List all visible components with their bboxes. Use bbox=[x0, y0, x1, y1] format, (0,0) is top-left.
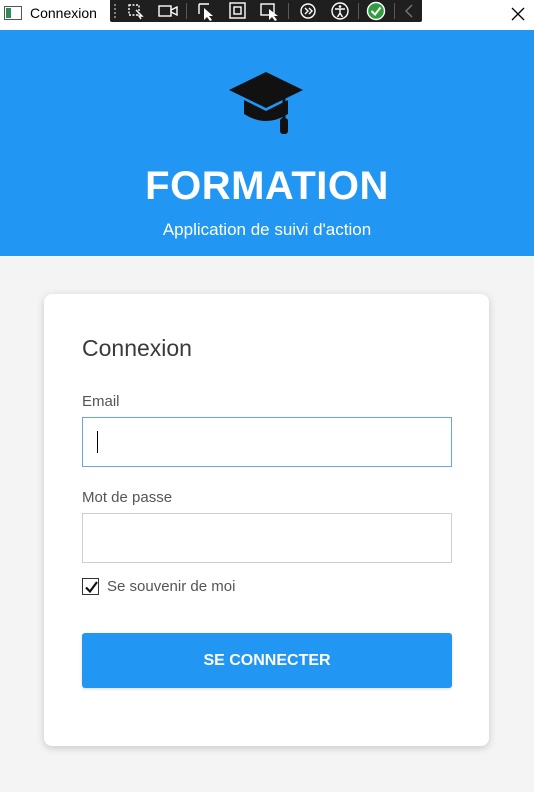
toolbar-separator bbox=[358, 3, 359, 19]
checkbox-checked-icon[interactable] bbox=[82, 577, 99, 595]
window-title: Connexion bbox=[30, 5, 97, 21]
select-element-icon[interactable] bbox=[124, 1, 148, 21]
password-label: Mot de passe bbox=[82, 489, 173, 506]
remember-me-label: Se souvenir de moi bbox=[107, 577, 236, 595]
video-capture-icon[interactable] bbox=[156, 1, 180, 21]
app-subtitle: Application de suivi d'action bbox=[162, 220, 372, 239]
toolbar-separator bbox=[394, 3, 395, 19]
login-card: Connexion Email Mot de passe Se souvenir… bbox=[44, 294, 489, 746]
window-title-bar: Connexion bbox=[0, 0, 534, 30]
binding-check-icon[interactable] bbox=[364, 1, 388, 21]
collapse-arrow-icon[interactable] bbox=[398, 1, 422, 21]
remember-me-checkbox[interactable]: Se souvenir de moi bbox=[82, 577, 235, 595]
track-focus-icon[interactable] bbox=[258, 1, 282, 21]
cursor-select-icon[interactable] bbox=[194, 1, 218, 21]
graduation-cap-icon bbox=[227, 70, 305, 138]
accessibility-icon[interactable] bbox=[328, 1, 352, 21]
app-header: FORMATION Application de suivi d'action bbox=[0, 30, 534, 256]
debug-toolbar bbox=[110, 0, 422, 22]
text-caret bbox=[97, 431, 98, 453]
email-label: Email bbox=[82, 393, 120, 410]
app-window-icon bbox=[4, 6, 22, 20]
email-field[interactable] bbox=[82, 417, 452, 467]
login-button[interactable]: SE CONNECTER bbox=[82, 633, 452, 688]
box-select-icon[interactable] bbox=[226, 1, 250, 21]
toolbar-grip-icon[interactable] bbox=[113, 3, 117, 19]
toolbar-separator bbox=[186, 3, 187, 19]
login-title: Connexion bbox=[82, 335, 192, 361]
toolbar-separator bbox=[288, 3, 289, 19]
close-icon[interactable] bbox=[506, 2, 530, 26]
password-field[interactable] bbox=[82, 513, 452, 563]
app-name: FORMATION bbox=[145, 164, 389, 208]
hot-reload-icon[interactable] bbox=[296, 1, 320, 21]
